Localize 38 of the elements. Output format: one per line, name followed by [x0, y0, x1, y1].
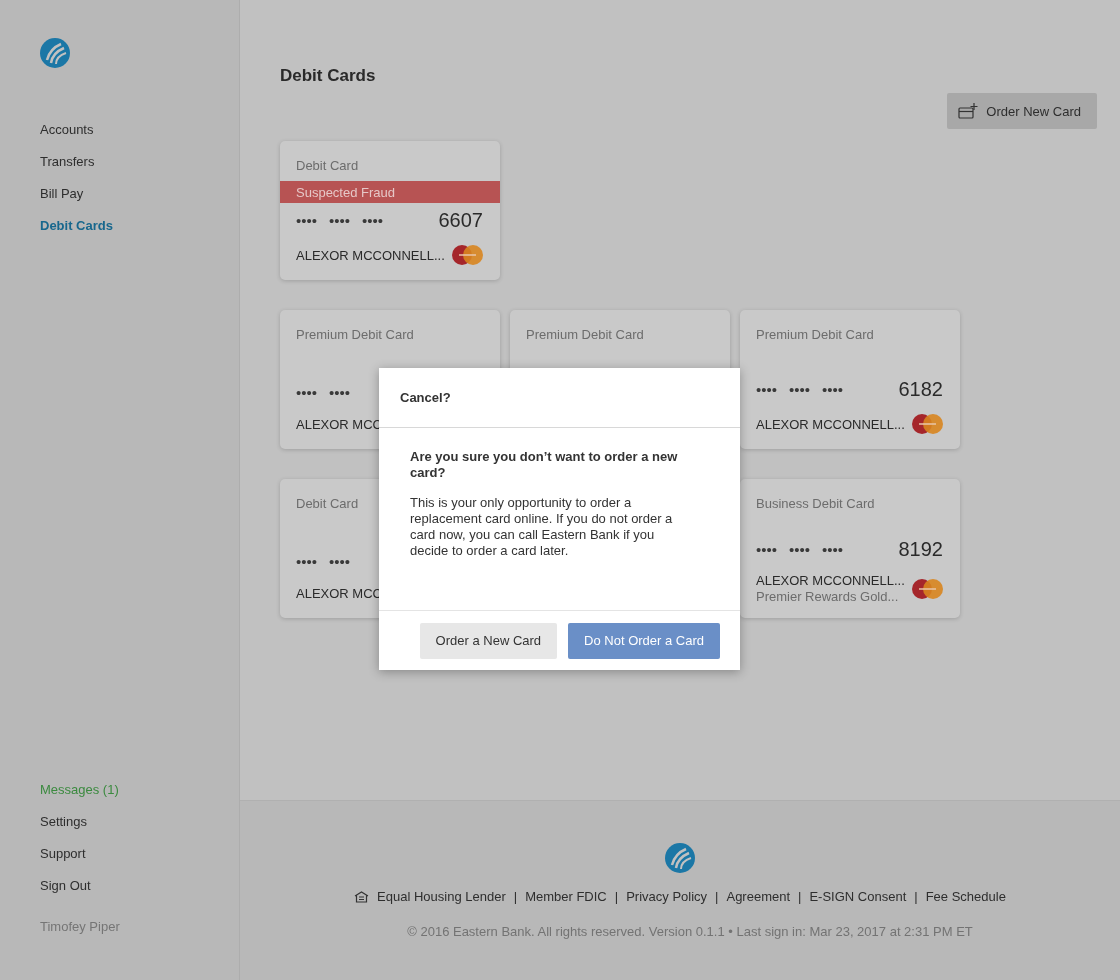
- user-name: Timofey Piper: [40, 919, 120, 935]
- fraud-banner: Suspected Fraud: [280, 181, 500, 203]
- masked-digits: ••••: [296, 384, 317, 401]
- masked-digits: ••••: [756, 541, 777, 558]
- card-last-digits: 6182: [898, 378, 943, 401]
- cardholder-name: ALEXOR MCCONNELL...: [756, 416, 905, 432]
- cardholder-name: ALEXOR MCCONNELL...: [296, 247, 445, 263]
- card-type: Premium Debit Card: [756, 327, 874, 343]
- page-title: Debit Cards: [280, 66, 376, 86]
- link-separator: |: [513, 889, 518, 904]
- masked-digits: ••••: [329, 212, 351, 229]
- masked-digits: ••••: [822, 381, 844, 398]
- card-type: Debit Card: [296, 158, 359, 174]
- masked-digits: ••••: [296, 212, 317, 229]
- card-type: Premium Debit Card: [296, 327, 414, 343]
- dialog-message: This is your only opportunity to order a replacement card online. If you do not order a card now, you can call Eastern Bank if you decide to order a card later.: [410, 495, 674, 559]
- card-last-digits: 6607: [438, 209, 483, 232]
- dialog-question: Are you sure you don’t want to order a new card?: [410, 449, 679, 481]
- card-last-digits: 8192: [898, 538, 943, 561]
- masked-digits: ••••: [789, 541, 811, 558]
- masked-digits: ••••: [756, 381, 777, 398]
- masked-digits: ••••: [296, 553, 317, 570]
- masked-digits: ••••: [329, 384, 351, 401]
- cardholder-name: ALEXOR MCCONNELL...: [756, 573, 905, 588]
- masked-digits: ••••: [362, 212, 384, 229]
- card-type: Business Debit Card: [756, 496, 875, 512]
- link-separator: |: [614, 889, 619, 904]
- link-separator: |: [715, 889, 719, 904]
- masked-digits: ••••: [789, 381, 811, 398]
- card-type: Premium Debit Card: [526, 327, 644, 343]
- link-separator: |: [798, 889, 802, 904]
- masked-digits: ••••: [329, 553, 351, 570]
- link-separator: |: [914, 889, 918, 904]
- card-type: Debit Card: [296, 496, 359, 512]
- dialog-title: Cancel?: [400, 390, 451, 405]
- masked-digits: ••••: [822, 541, 844, 558]
- card-program: Premier Rewards Gold...: [756, 589, 899, 604]
- copyright-text: © 2016 Eastern Bank. All rights reserved. Version 0.1.1 • Last sign in: Mar 23, 2017 at 2:31 PM ET: [407, 924, 973, 939]
